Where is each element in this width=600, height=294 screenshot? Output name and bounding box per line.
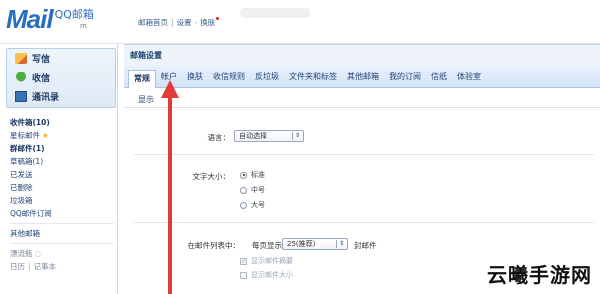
- folder-spam[interactable]: 垃圾箱: [10, 194, 114, 207]
- receive-icon: [15, 72, 27, 83]
- calendar-notes[interactable]: 日历 | 记事本: [10, 260, 114, 273]
- show-size-checkbox[interactable]: 显示邮件大小: [240, 270, 293, 280]
- folder-sent[interactable]: 已发送: [10, 168, 114, 181]
- home-link[interactable]: 邮箱首页: [138, 18, 168, 27]
- tab-antispam[interactable]: 反垃圾: [250, 69, 284, 85]
- font-size-standard-label: 标准: [251, 171, 265, 179]
- divider: [10, 223, 114, 224]
- settings-main: 邮箱设置 常规 帐户 换肤 收信规则 反垃圾 文件夹和标签 其他邮箱 我的订阅 …: [124, 44, 600, 294]
- contacts-label: 通讯录: [32, 93, 60, 103]
- show-summary-checkbox[interactable]: ✓ 显示邮件摘要: [240, 256, 293, 266]
- drift-bottle[interactable]: 漂流瓶 ◌: [10, 247, 114, 260]
- per-page-suffix: 封邮件: [354, 241, 377, 250]
- folder-starred-label: 星标邮件: [10, 131, 40, 140]
- page-title: 邮箱设置: [124, 44, 600, 66]
- checkbox-icon: [240, 271, 247, 279]
- skin-link[interactable]: 换肤: [200, 18, 215, 27]
- new-dot-icon: [216, 17, 220, 20]
- tab-general[interactable]: 常规: [128, 69, 156, 88]
- watermark-text: 云曦手游网: [487, 263, 592, 287]
- folder-deleted[interactable]: 已删除: [10, 181, 114, 194]
- logo-cn-text: QQ邮箱: [54, 8, 94, 21]
- pencil-icon: [15, 53, 27, 64]
- tab-stationery[interactable]: 信纸: [426, 69, 452, 85]
- star-icon: ★: [42, 131, 49, 140]
- tab-other-mailbox[interactable]: 其他邮箱: [342, 69, 384, 85]
- top-bar: Mail QQ邮箱 m 邮箱首页 | 设置 - 换肤: [0, 0, 600, 44]
- account-name: m: [80, 22, 87, 30]
- folder-starred[interactable]: 星标邮件 ★: [10, 129, 114, 142]
- radio-icon: [240, 201, 247, 209]
- compose-button[interactable]: 写信: [7, 49, 115, 68]
- radio-icon: [240, 171, 247, 179]
- folder-inbox[interactable]: 收件箱(10): [10, 116, 114, 129]
- font-size-large[interactable]: 大号: [240, 200, 265, 210]
- per-page-value: 25(推荐): [287, 240, 316, 248]
- font-size-medium-label: 中号: [251, 186, 265, 194]
- mail-list-label: 在邮件列表中：: [187, 241, 241, 250]
- compose-label: 写信: [32, 55, 51, 65]
- divider: [134, 154, 594, 155]
- annotation-arrow-shaft: [168, 95, 172, 294]
- tab-labs[interactable]: 体验室: [452, 69, 486, 85]
- chevron-down-icon: ⇕: [294, 132, 300, 139]
- calendar-label: 日历: [10, 262, 25, 271]
- other-mailbox[interactable]: 其他邮箱: [10, 227, 114, 240]
- per-page-select[interactable]: 25(推荐) ⇕: [282, 238, 348, 250]
- folder-subscriptions[interactable]: QQ邮件订阅: [10, 207, 114, 220]
- bottle-icon: ◌: [34, 249, 42, 258]
- blurred-account-area: [240, 8, 310, 18]
- contacts-button[interactable]: 通讯录: [7, 87, 115, 106]
- language-select[interactable]: 自动选择 ⇕: [234, 130, 304, 142]
- logo-text: Mail: [6, 3, 54, 34]
- tab-subscriptions[interactable]: 我的订阅: [384, 69, 426, 85]
- tab-skin[interactable]: 换肤: [182, 69, 208, 85]
- settings-tabs: 常规 帐户 换肤 收信规则 反垃圾 文件夹和标签 其他邮箱 我的订阅 信纸 体验…: [124, 66, 600, 88]
- per-page-prefix: 每页显示: [252, 241, 282, 250]
- drift-bottle-label: 漂流瓶: [10, 249, 33, 258]
- address-book-icon: [15, 91, 27, 102]
- folder-drafts[interactable]: 草稿箱(1): [10, 155, 114, 168]
- notes-label: 记事本: [33, 262, 57, 271]
- divider: [134, 222, 594, 223]
- folder-group[interactable]: 群邮件(1): [10, 142, 114, 155]
- check-icon: ✓: [240, 257, 247, 265]
- font-size-medium[interactable]: 中号: [240, 185, 265, 195]
- divider: [10, 243, 114, 244]
- top-links: 邮箱首页 | 设置 - 换肤: [138, 17, 220, 28]
- settings-link[interactable]: 设置: [177, 18, 192, 27]
- sidebar: 写信 收信 通讯录 收件箱(10) 星标邮件 ★ 群邮件(1) 草稿箱(1) 已发…: [0, 44, 118, 294]
- tab-folders-labels[interactable]: 文件夹和标签: [284, 69, 342, 85]
- font-size-large-label: 大号: [251, 201, 265, 209]
- chevron-down-icon: ⇕: [338, 240, 344, 247]
- language-value: 自动选择: [239, 132, 267, 140]
- inbox-button[interactable]: 收信: [7, 68, 115, 87]
- inbox-label: 收信: [32, 74, 51, 84]
- font-size-standard[interactable]: 标准: [240, 170, 265, 180]
- tab-rules[interactable]: 收信规则: [208, 69, 250, 85]
- section-display-title: 显示: [124, 92, 600, 108]
- quick-actions: 写信 收信 通讯录: [6, 48, 116, 108]
- show-size-label: 显示邮件大小: [251, 271, 293, 279]
- folder-list: 收件箱(10) 星标邮件 ★ 群邮件(1) 草稿箱(1) 已发送 已删除 垃圾箱 …: [10, 116, 114, 273]
- show-summary-label: 显示邮件摘要: [251, 257, 293, 265]
- radio-icon: [240, 186, 247, 194]
